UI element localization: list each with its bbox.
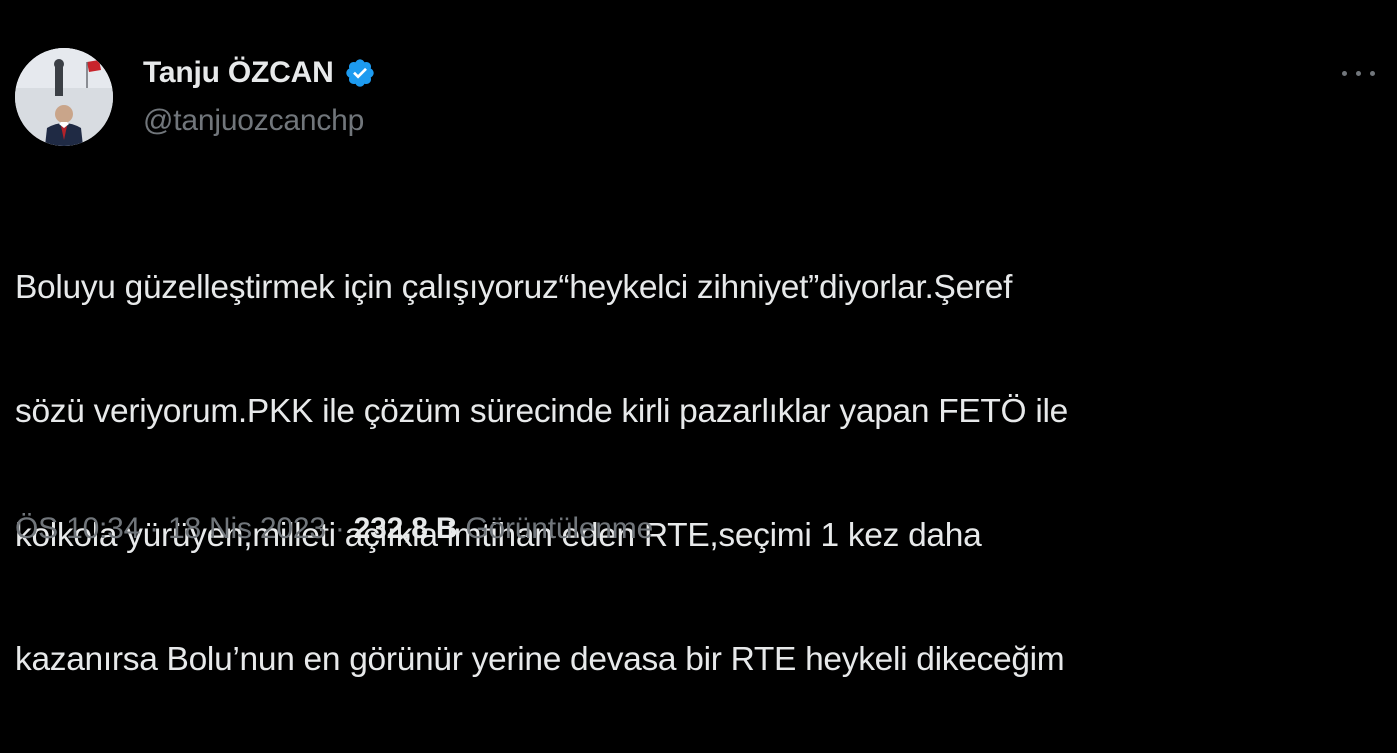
author-display-name[interactable]: Tanju ÖZCAN <box>143 56 334 90</box>
tweet-card: Tanju ÖZCAN @tanjuozcanchp Boluyu güzell… <box>0 0 1397 678</box>
views-label: Görüntülenme <box>465 512 654 545</box>
author-name-row: Tanju ÖZCAN <box>143 53 376 93</box>
tweet-text-line: Boluyu güzelleştirmek için çalışıyoruz“h… <box>15 269 1013 306</box>
verified-badge-icon <box>344 57 376 89</box>
author-handle[interactable]: @tanjuozcanchp <box>143 104 364 138</box>
more-options-icon[interactable] <box>1338 60 1379 86</box>
tweet-text: Boluyu güzelleştirmek için çalışıyoruz“h… <box>15 195 1375 753</box>
profile-photo-icon <box>15 48 113 146</box>
tweet-meta: ÖS 10:34 · 18 Nis 2023 · 232,8 B Görüntü… <box>15 507 653 551</box>
separator: · <box>334 512 345 545</box>
tweet-text-line: kazanırsa Bolu’nun en görünür yerine dev… <box>15 641 1065 678</box>
dot-icon <box>1370 70 1375 76</box>
dot-icon <box>1356 70 1361 76</box>
tweet-time[interactable]: ÖS 10:34 <box>15 512 140 546</box>
views-count[interactable]: 232,8 B <box>354 512 458 546</box>
separator: · <box>149 512 159 545</box>
avatar[interactable] <box>15 48 113 146</box>
tweet-text-line: sözü veriyorum.PKK ile çözüm sürecinde k… <box>15 393 1068 430</box>
dot-icon <box>1342 70 1347 76</box>
tweet-date[interactable]: 18 Nis 2023 <box>168 512 326 546</box>
